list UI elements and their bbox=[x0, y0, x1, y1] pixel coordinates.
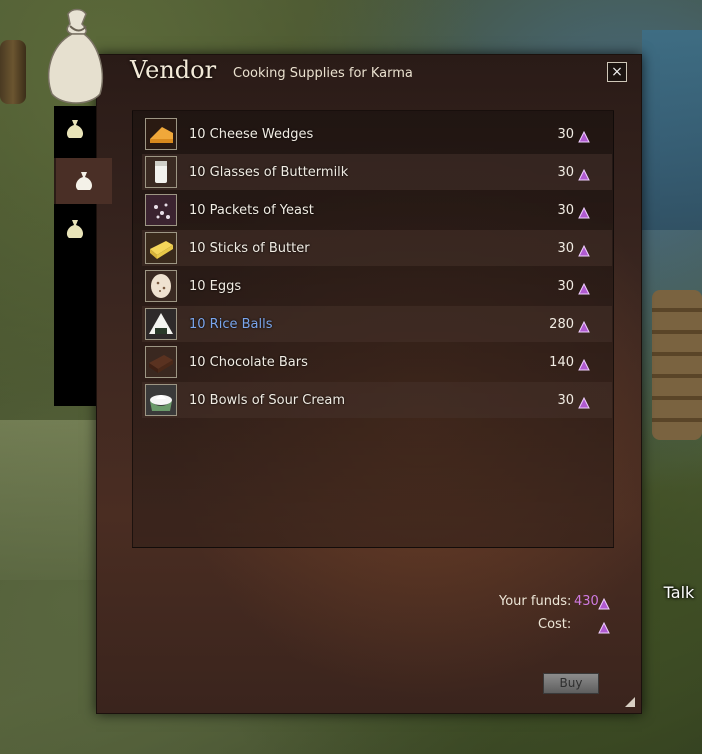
karma-icon bbox=[578, 131, 590, 143]
list-item[interactable]: 10 Chocolate Bars 140 bbox=[142, 344, 612, 380]
list-item[interactable]: 10 Cheese Wedges 30 bbox=[142, 116, 612, 152]
rice-ball-icon bbox=[145, 308, 177, 340]
chocolate-icon bbox=[145, 346, 177, 378]
funds-value: 430 bbox=[574, 594, 599, 609]
list-item[interactable]: 10 Glasses of Buttermilk 30 bbox=[142, 154, 612, 190]
item-name: 10 Rice Balls bbox=[189, 316, 273, 332]
item-price: 30 bbox=[557, 126, 574, 142]
list-item[interactable]: 10 Sticks of Butter 30 bbox=[142, 230, 612, 266]
list-item[interactable]: 10 Rice Balls 280 bbox=[142, 306, 612, 342]
item-price: 30 bbox=[557, 240, 574, 256]
karma-icon bbox=[578, 207, 590, 219]
karma-icon bbox=[598, 598, 610, 610]
item-name: 10 Eggs bbox=[189, 278, 242, 294]
background-barrel bbox=[0, 40, 26, 104]
yeast-icon bbox=[145, 194, 177, 226]
butter-icon bbox=[145, 232, 177, 264]
sack-icon bbox=[47, 8, 103, 104]
talk-button[interactable]: Talk bbox=[656, 578, 702, 608]
item-name: 10 Glasses of Buttermilk bbox=[189, 164, 349, 180]
tab-1[interactable] bbox=[54, 106, 96, 152]
background-barrel bbox=[652, 290, 702, 440]
tab-2[interactable] bbox=[54, 158, 112, 204]
karma-icon bbox=[578, 397, 590, 409]
item-price: 30 bbox=[557, 202, 574, 218]
tab-3[interactable] bbox=[54, 206, 96, 252]
window-title: Vendor bbox=[130, 56, 217, 84]
list-item[interactable]: 10 Packets of Yeast 30 bbox=[142, 192, 612, 228]
item-name: 10 Sticks of Butter bbox=[189, 240, 310, 256]
funds-label: Your funds: bbox=[499, 594, 572, 609]
item-price: 30 bbox=[557, 278, 574, 294]
item-price: 280 bbox=[549, 316, 574, 332]
karma-icon bbox=[578, 283, 590, 295]
item-price: 30 bbox=[557, 164, 574, 180]
background-wagon bbox=[642, 30, 702, 230]
list-item[interactable]: 10 Bowls of Sour Cream 30 bbox=[142, 382, 612, 418]
window-subtitle: Cooking Supplies for Karma bbox=[233, 66, 413, 81]
item-name: 10 Chocolate Bars bbox=[189, 354, 308, 370]
cost-label: Cost: bbox=[538, 617, 572, 632]
item-price: 140 bbox=[549, 354, 574, 370]
item-name: 10 Packets of Yeast bbox=[189, 202, 314, 218]
vendor-tabs bbox=[54, 106, 112, 406]
karma-icon bbox=[578, 321, 590, 333]
egg-icon bbox=[145, 270, 177, 302]
cheese-icon bbox=[145, 118, 177, 150]
buttermilk-icon bbox=[145, 156, 177, 188]
sour-cream-icon bbox=[145, 384, 177, 416]
karma-icon bbox=[598, 622, 610, 634]
sack-icon bbox=[75, 172, 93, 190]
item-price: 30 bbox=[557, 392, 574, 408]
buy-button[interactable]: Buy bbox=[543, 673, 599, 694]
resize-grip-icon[interactable] bbox=[624, 696, 636, 708]
background-stones bbox=[0, 420, 100, 580]
karma-icon bbox=[578, 359, 590, 371]
item-name: 10 Cheese Wedges bbox=[189, 126, 314, 142]
item-name: 10 Bowls of Sour Cream bbox=[189, 392, 346, 408]
karma-icon bbox=[578, 169, 590, 181]
karma-icon bbox=[578, 245, 590, 257]
sack-icon bbox=[66, 120, 84, 138]
sack-icon bbox=[66, 220, 84, 238]
close-button[interactable]: × bbox=[607, 62, 627, 82]
list-item[interactable]: 10 Eggs 30 bbox=[142, 268, 612, 304]
